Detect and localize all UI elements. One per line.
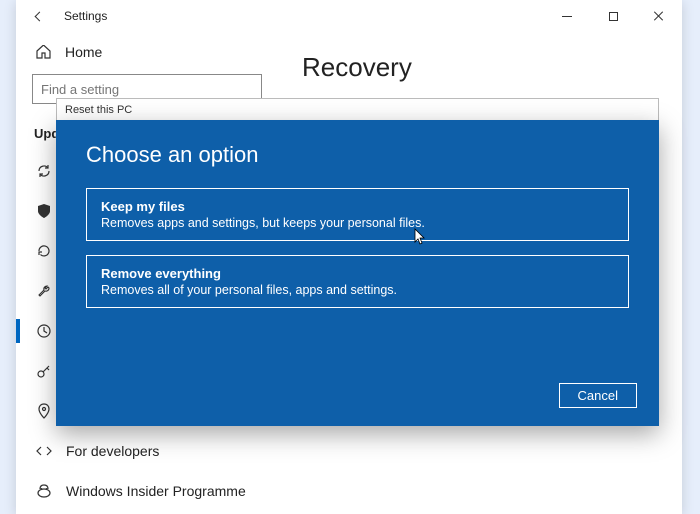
sidebar-item-label: For developers — [66, 443, 159, 459]
reset-dialog: Reset this PC Choose an option Keep my f… — [56, 98, 659, 426]
dialog-title: Choose an option — [86, 142, 629, 168]
option-title: Remove everything — [101, 266, 614, 281]
back-button[interactable] — [16, 0, 62, 32]
code-icon — [36, 443, 52, 459]
sync-icon — [36, 163, 52, 179]
key-icon — [36, 363, 52, 379]
cancel-button[interactable]: Cancel — [559, 383, 637, 408]
sidebar-home-label: Home — [65, 44, 102, 60]
option-remove-everything[interactable]: Remove everything Removes all of your pe… — [86, 255, 629, 308]
recovery-icon — [36, 323, 52, 339]
backup-icon — [36, 243, 52, 259]
sidebar-item-label: Windows Insider Programme — [66, 483, 246, 499]
sidebar-home[interactable]: Home — [32, 36, 274, 74]
maximize-icon — [609, 12, 618, 21]
window-title: Settings — [64, 9, 107, 23]
page-title: Recovery — [302, 52, 654, 83]
dialog-body: Choose an option Keep my files Removes a… — [56, 120, 659, 426]
shield-icon — [36, 203, 52, 219]
dialog-header: Reset this PC — [56, 98, 659, 120]
minimize-button[interactable] — [544, 0, 590, 32]
sidebar-item-for-developers[interactable]: For developers — [32, 431, 274, 471]
maximize-button[interactable] — [590, 0, 636, 32]
location-icon — [36, 403, 52, 419]
sidebar-item-insider-programme[interactable]: Windows Insider Programme — [32, 471, 274, 511]
option-desc: Removes all of your personal files, apps… — [101, 283, 614, 297]
wrench-icon — [36, 283, 52, 299]
titlebar: Settings — [16, 0, 682, 32]
close-icon — [654, 11, 664, 21]
close-button[interactable] — [636, 0, 682, 32]
insider-icon — [36, 483, 52, 499]
home-icon — [36, 45, 51, 59]
option-keep-my-files[interactable]: Keep my files Removes apps and settings,… — [86, 188, 629, 241]
arrow-left-icon — [34, 11, 44, 21]
minimize-icon — [562, 16, 572, 17]
search-input[interactable] — [41, 82, 253, 97]
option-desc: Removes apps and settings, but keeps you… — [101, 216, 614, 230]
option-title: Keep my files — [101, 199, 614, 214]
